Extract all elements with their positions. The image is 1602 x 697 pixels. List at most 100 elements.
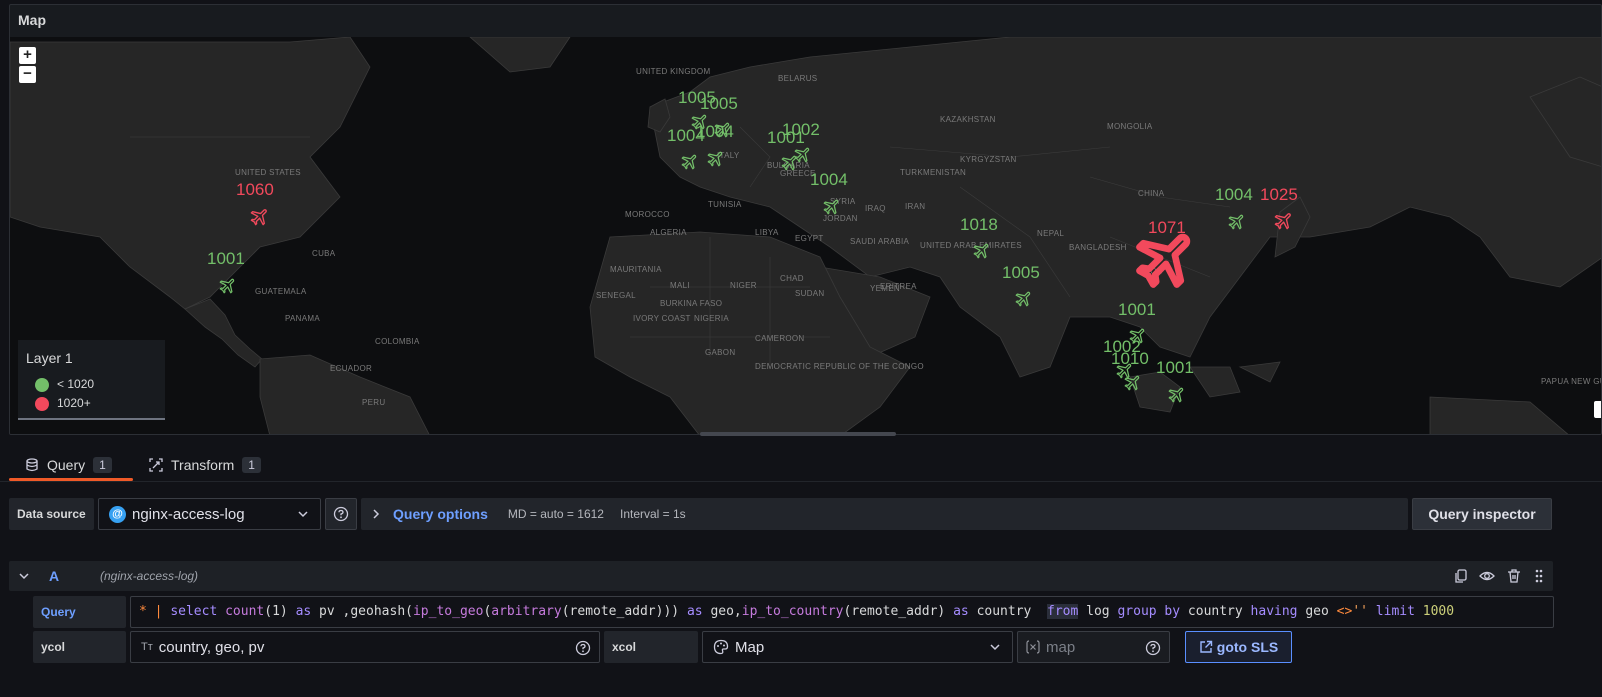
geo-label: GUATEMALA <box>255 287 307 296</box>
ycol-value: country, geo, pv <box>158 638 265 656</box>
zoom-in-button[interactable]: + <box>19 47 36 64</box>
map-field-input[interactable]: map <box>1017 631 1170 663</box>
datasource-help-button[interactable] <box>325 498 357 530</box>
query-inspector-button[interactable]: Query inspector <box>1412 498 1552 530</box>
geo-label: IRAQ <box>865 204 886 213</box>
airplane-marker-icon[interactable] <box>681 152 699 170</box>
panel-title: Map <box>18 12 46 28</box>
variable-icon <box>1026 640 1040 654</box>
legend-item[interactable]: 1020+ <box>35 396 91 411</box>
query-token: log <box>1078 604 1118 619</box>
palette-icon <box>713 639 729 655</box>
legend-swatch <box>35 396 49 411</box>
query-options-toggle[interactable]: Query options MD = auto = 1612 Interval … <box>361 498 1408 530</box>
tab-transform-label: Transform <box>171 457 235 473</box>
geo-label: IRAN <box>905 202 926 211</box>
geo-label: YEMEN <box>870 284 900 293</box>
marker-label: 1060 <box>236 180 274 199</box>
zoom-out-button[interactable]: − <box>19 66 36 83</box>
tab-transform[interactable]: Transform 1 <box>149 448 261 482</box>
goto-sls-label: goto SLS <box>1216 639 1279 655</box>
datasource-label: Data source <box>9 498 94 530</box>
airplane-marker-icon[interactable] <box>823 197 841 215</box>
geo-label: SUDAN <box>795 289 825 298</box>
airplane-marker-icon[interactable] <box>973 241 991 259</box>
geo-label: CHAD <box>780 274 804 283</box>
geo-label: UNITED ARAB EMIRATES <box>920 241 1022 250</box>
datasource-picker[interactable]: @ nginx-access-log <box>98 498 321 530</box>
question-circle-icon[interactable] <box>575 640 591 656</box>
airplane-marker-icon[interactable] <box>219 276 237 294</box>
query-options-title: Query options <box>393 506 488 522</box>
eye-icon[interactable] <box>1479 568 1495 584</box>
xcol-select[interactable]: Map <box>702 631 1013 663</box>
query-token: ip_to_geo <box>412 604 484 619</box>
query-token: limit <box>1375 604 1423 619</box>
question-circle-icon[interactable] <box>1145 640 1161 656</box>
legend-swatch <box>35 377 49 392</box>
airplane-marker-icon[interactable] <box>794 145 812 163</box>
map-panel: Map + − UNITED KINGDOM BELARUS KAZAKHSTA… <box>9 4 1602 435</box>
divider <box>0 481 1602 482</box>
query-row-header: A (nginx-access-log) <box>9 561 1553 591</box>
geo-label: EGYPT <box>795 234 824 243</box>
airplane-marker-icon[interactable] <box>1274 210 1294 230</box>
collapse-chevron-icon[interactable] <box>18 570 30 582</box>
airplane-marker-icon[interactable] <box>1168 385 1186 403</box>
geo-label: MAURITANIA <box>610 265 662 274</box>
xcol-value: Map <box>735 638 765 656</box>
map-canvas[interactable]: + − UNITED KINGDOM BELARUS KAZAKHSTAN MONGO… <box>10 37 1601 434</box>
geo-label: DEMOCRATIC REPUBLIC OF THE CONGO <box>755 362 924 371</box>
panel-resize-handle[interactable] <box>700 432 896 436</box>
airplane-marker-icon[interactable] <box>1124 373 1142 391</box>
geo-label: COLOMBIA <box>375 337 420 346</box>
xcol-label: xcol <box>604 631 698 663</box>
airplane-marker-icon[interactable] <box>707 149 725 167</box>
geo-label: PANAMA <box>285 314 320 323</box>
marker-label: 1001 <box>1156 358 1194 377</box>
geo-label: ECUADOR <box>330 364 373 373</box>
geo-label: KYRGYZSTAN <box>960 155 1017 164</box>
geo-label: ALGERIA <box>650 228 687 237</box>
geo-label: PAPUA NEW GUINEA <box>1541 377 1601 386</box>
transform-icon <box>149 458 163 472</box>
query-token: from <box>1047 604 1079 619</box>
datasource-value: nginx-access-log <box>132 505 245 523</box>
attribution-toggle[interactable] <box>1594 401 1601 418</box>
query-token: having <box>1250 604 1306 619</box>
geo-label: SENEGAL <box>596 291 636 300</box>
trash-icon[interactable] <box>1506 568 1522 584</box>
tab-transform-count: 1 <box>242 457 261 473</box>
geo-label: TURKMENISTAN <box>900 168 967 177</box>
goto-sls-button[interactable]: goto SLS <box>1185 631 1292 663</box>
marker-label: 1005 <box>1002 263 1040 282</box>
tab-query[interactable]: Query 1 <box>25 448 112 482</box>
marker-label: 1004 <box>810 170 848 189</box>
query-editor[interactable]: * | select count(1) as pv ,geohash(ip_to… <box>130 596 1554 628</box>
ycol-input[interactable]: Tт country, geo, pv <box>130 631 600 663</box>
geo-label: BURKINA FASO <box>660 299 723 308</box>
geo-label: CAMEROON <box>755 334 805 343</box>
airplane-marker-icon[interactable] <box>250 206 270 226</box>
drag-handle-icon[interactable] <box>1531 568 1547 584</box>
query-token: (1) <box>264 604 296 619</box>
query-token: as <box>953 604 977 619</box>
copy-icon[interactable] <box>1453 568 1469 584</box>
query-token: geo <box>1305 604 1337 619</box>
airplane-marker-icon[interactable] <box>1015 289 1033 307</box>
query-token: (remote_addr))) <box>561 604 687 619</box>
legend-item-label: < 1020 <box>57 377 95 391</box>
airplane-marker-icon[interactable] <box>1228 212 1246 230</box>
query-ref-id[interactable]: A <box>49 568 59 584</box>
query-token: count <box>225 604 265 619</box>
question-circle-icon <box>333 506 349 522</box>
text-type-icon: Tт <box>141 641 153 653</box>
query-token: geohash <box>350 604 406 619</box>
legend-item[interactable]: < 1020 <box>35 377 94 392</box>
chevron-down-icon <box>298 511 308 518</box>
ycol-label: ycol <box>33 631 126 663</box>
marker-label: 1002 <box>782 120 820 139</box>
map-legend: Layer 1 < 1020 1020+ <box>18 340 165 420</box>
query-token: ( <box>405 604 413 619</box>
geo-label: SAUDI ARABIA <box>850 237 910 246</box>
